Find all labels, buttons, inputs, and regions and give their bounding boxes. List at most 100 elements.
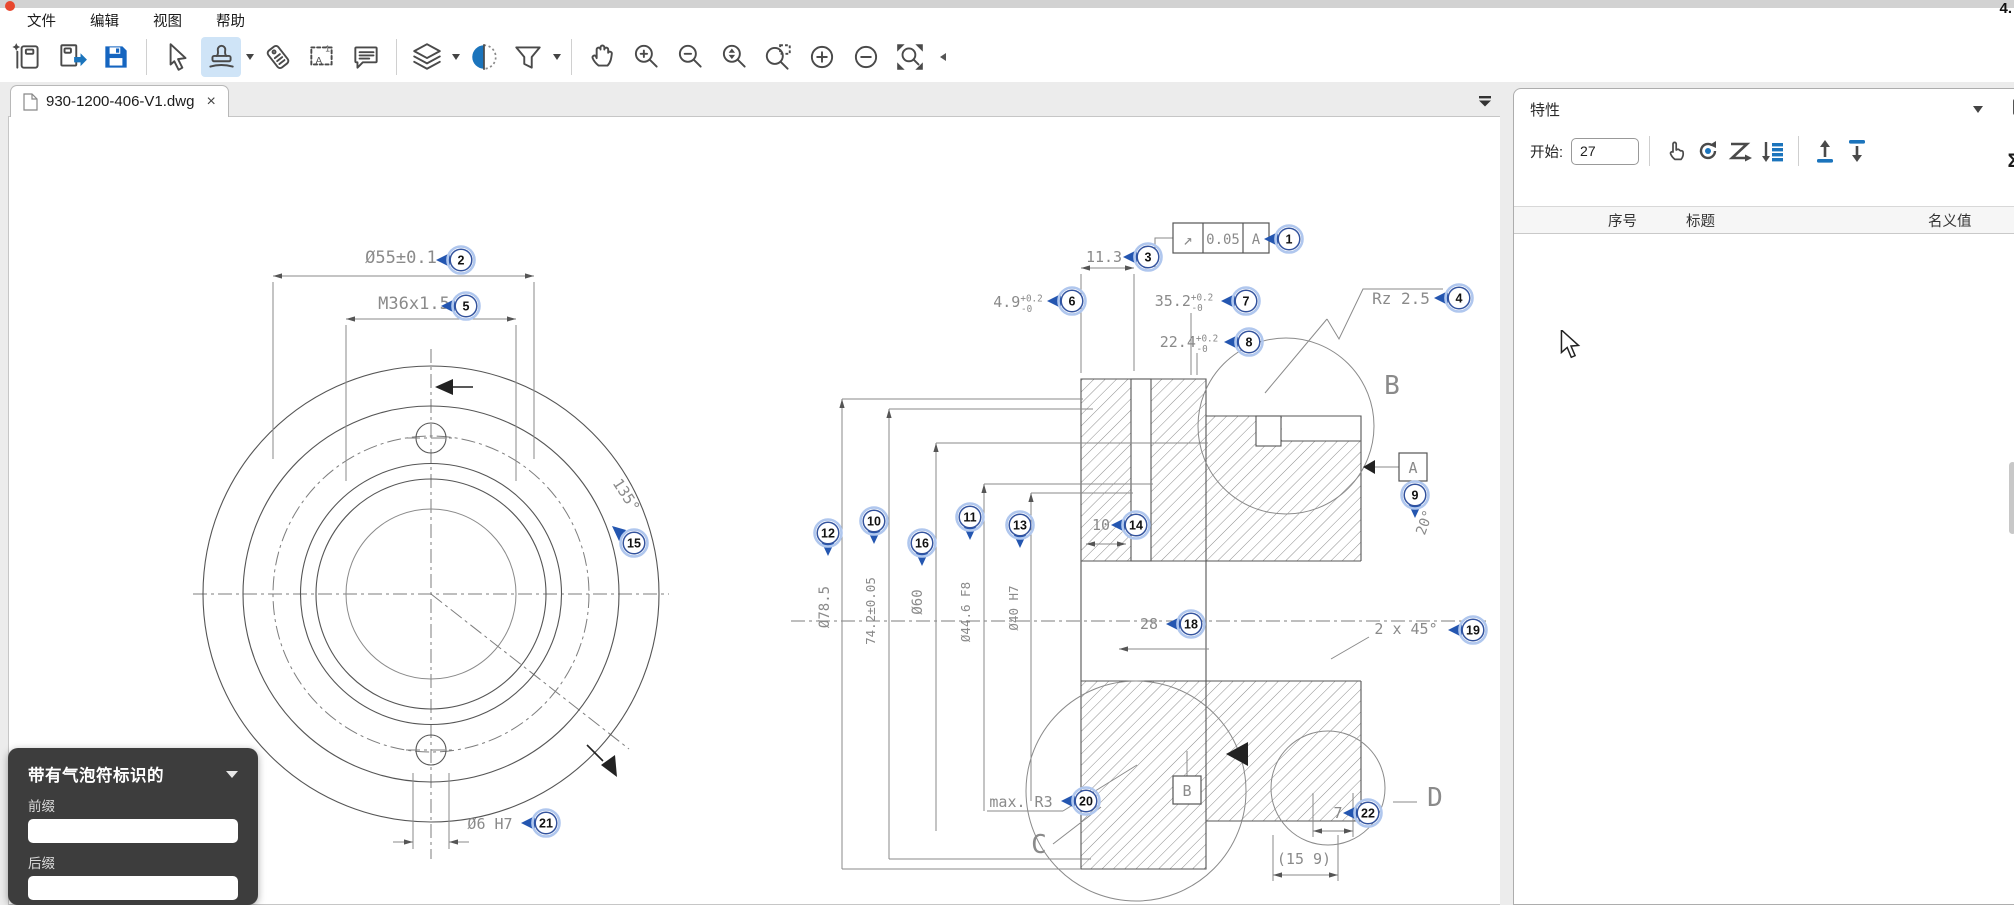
balloon-16[interactable]: 16 <box>909 530 936 567</box>
dim-label: M36x1.5 <box>378 294 450 314</box>
titlebar <box>0 0 2014 8</box>
dim-label: Ø6 H7 <box>467 815 512 833</box>
document-tab[interactable]: 930-1200-406-V1.dwg × <box>10 85 229 117</box>
dim-label: Ø78.5 <box>817 586 833 628</box>
dim-label: 4.9+0.2-0 <box>993 293 1042 315</box>
toolbar-separator <box>396 39 397 75</box>
pan-hand-icon[interactable] <box>582 37 622 77</box>
controls-separator <box>1798 136 1799 166</box>
svg-text:22: 22 <box>1361 807 1375 821</box>
svg-text:3: 3 <box>1145 251 1152 265</box>
properties-panel: 特性 开始: <box>1513 88 2014 905</box>
svg-text:1: 1 <box>1286 233 1293 247</box>
balloon-2[interactable]: 2 <box>436 247 475 274</box>
move-bottom-icon[interactable] <box>1841 136 1873 166</box>
layers-dropdown-icon[interactable] <box>452 54 460 60</box>
svg-text:5: 5 <box>463 300 470 314</box>
svg-text:19: 19 <box>1466 624 1480 638</box>
datum-b-box: B <box>1173 776 1201 804</box>
open-document-icon[interactable] <box>52 37 92 77</box>
svg-text:12: 12 <box>821 527 835 541</box>
svg-text:14: 14 <box>1129 519 1143 533</box>
start-number-input[interactable] <box>1571 138 1639 165</box>
balloon-6[interactable]: 6 <box>1047 288 1086 315</box>
dim-label: B <box>1384 371 1400 401</box>
pointer-hand-icon[interactable] <box>1660 136 1692 166</box>
dim-label: 22.4+0.2-0 <box>1160 333 1219 355</box>
scrollbar-thumb[interactable] <box>2009 462 2014 534</box>
tag-icon[interactable] <box>258 37 298 77</box>
sum-icon[interactable]: Σ <box>2008 151 2014 173</box>
region-select-icon[interactable]: A 1 <box>302 37 342 77</box>
column-header-nominal[interactable]: 名义值 <box>1920 210 2014 231</box>
dim-label: 2 x 45° <box>1374 620 1437 638</box>
magnify-decrease-icon[interactable] <box>846 37 886 77</box>
menu-view[interactable]: 视图 <box>140 8 195 33</box>
toolbar-collapse-icon[interactable] <box>940 53 946 61</box>
feature-control-frame: ↗ 0.05 A <box>1173 223 1269 253</box>
balloon-7[interactable]: 7 <box>1221 288 1260 315</box>
balloon-12[interactable]: 12 <box>815 520 842 557</box>
svg-text:4: 4 <box>1456 292 1463 306</box>
move-top-icon[interactable] <box>1809 136 1841 166</box>
balloon-1[interactable]: 1 <box>1264 226 1303 253</box>
filter-icon[interactable] <box>508 37 548 77</box>
new-document-icon[interactable] <box>8 37 48 77</box>
dim-label: 35.2+0.2-0 <box>1155 292 1214 314</box>
zoom-dynamic-icon[interactable] <box>714 37 754 77</box>
balloon-15[interactable]: 15 <box>612 526 648 557</box>
svg-text:18: 18 <box>1184 618 1198 632</box>
balloon-stamp-icon[interactable] <box>201 37 241 77</box>
menu-edit[interactable]: 编辑 <box>77 8 132 33</box>
magnify-increase-icon[interactable] <box>802 37 842 77</box>
dim-label: (15 9) <box>1277 850 1331 868</box>
dim-label: Rz 2.5 <box>1372 289 1430 308</box>
comment-icon[interactable] <box>346 37 386 77</box>
column-header-title[interactable]: 标题 <box>1674 210 1886 231</box>
balloon-10[interactable]: 10 <box>861 508 888 545</box>
balloon-11[interactable]: 11 <box>957 504 984 541</box>
zoom-fit-icon[interactable] <box>890 37 930 77</box>
balloon-8[interactable]: 8 <box>1224 329 1263 356</box>
svg-text:13: 13 <box>1013 519 1027 533</box>
layers-icon[interactable] <box>407 37 447 77</box>
zoom-window-icon[interactable] <box>758 37 798 77</box>
balloon-20[interactable]: 20 <box>1061 788 1100 815</box>
suffix-input[interactable] <box>28 876 238 900</box>
z-order-icon[interactable] <box>1724 136 1756 166</box>
app-icon <box>5 1 15 11</box>
balloon-21[interactable]: 21 <box>521 810 560 837</box>
column-header-index[interactable]: 序号 <box>1592 210 1674 231</box>
fcf-datum-ref: A <box>1252 232 1261 248</box>
balloon-panel-title: 带有气泡符标识的 <box>28 762 164 786</box>
split-view-icon[interactable] <box>464 37 504 77</box>
tabstrip-collapse-icon[interactable] <box>1478 94 1492 108</box>
dim-label: Ø55±0.1 <box>365 248 437 268</box>
dim-label: Ø40 H7 <box>1006 585 1021 630</box>
dim-label: max. R3 <box>989 793 1052 811</box>
zoom-in-icon[interactable] <box>626 37 666 77</box>
menu-file[interactable]: 文件 <box>14 8 69 33</box>
fcf-symbol: ↗ <box>1183 230 1193 249</box>
balloon-panel-collapse-icon[interactable] <box>226 771 238 778</box>
select-cursor-icon[interactable] <box>157 37 197 77</box>
dim-label: C <box>1031 830 1047 860</box>
balloon-3[interactable]: 3 <box>1123 244 1162 271</box>
balloon-stamp-dropdown-icon[interactable] <box>246 54 254 60</box>
balloon-18[interactable]: 18 <box>1166 611 1205 638</box>
svg-text:A: A <box>316 55 323 66</box>
svg-text:15: 15 <box>627 537 641 551</box>
sort-list-icon[interactable] <box>1756 136 1788 166</box>
menu-help[interactable]: 帮助 <box>203 8 258 33</box>
prefix-input[interactable] <box>28 819 238 843</box>
filter-dropdown-icon[interactable] <box>553 54 561 60</box>
properties-panel-collapse-icon[interactable] <box>1973 106 1983 113</box>
save-icon[interactable] <box>96 37 136 77</box>
svg-text:6: 6 <box>1069 295 1076 309</box>
zoom-out-icon[interactable] <box>670 37 710 77</box>
balloon-13[interactable]: 13 <box>1007 512 1034 549</box>
tab-close-icon[interactable]: × <box>206 93 215 111</box>
dim-label: 7 <box>1333 804 1342 822</box>
renumber-rotate-icon[interactable] <box>1692 136 1724 166</box>
fcf-tolerance: 0.05 <box>1206 232 1240 248</box>
